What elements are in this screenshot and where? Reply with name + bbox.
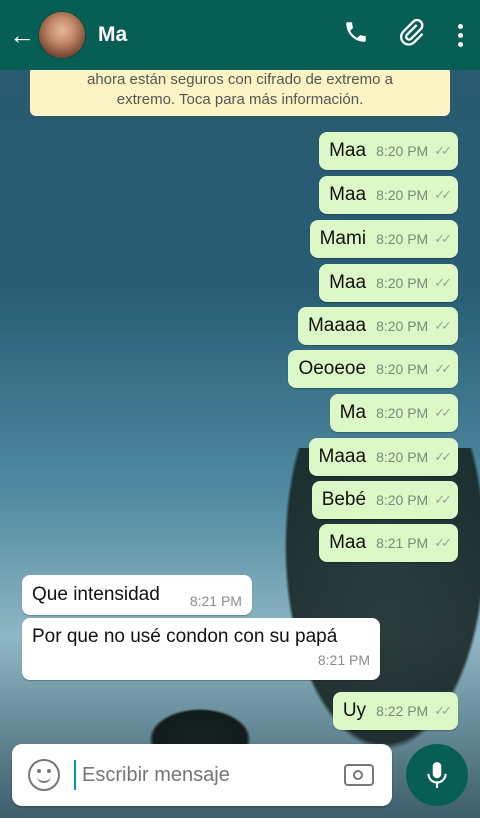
message-outgoing[interactable]: Uy 8:22 PM ✓✓ (332, 692, 458, 730)
double-check-icon: ✓✓ (434, 318, 452, 333)
message-time: 8:21 PM (317, 652, 370, 668)
message-time: 8:20 PM (376, 275, 429, 291)
message-outgoing[interactable]: Maaa 8:20 PM ✓✓ (308, 438, 458, 476)
emoji-icon[interactable] (28, 759, 60, 791)
message-text: Maa (329, 532, 367, 553)
message-text: Ma (339, 402, 367, 423)
message-text: Maaa (318, 446, 367, 467)
message-outgoing[interactable]: Maa 8:20 PM ✓✓ (319, 264, 458, 302)
double-check-icon: ✓✓ (434, 449, 452, 464)
message-time: 8:20 PM (376, 187, 429, 203)
message-time: 8:20 PM (376, 318, 429, 334)
message-time: 8:20 PM (376, 449, 429, 465)
message-time: 8:20 PM (376, 492, 429, 508)
double-check-icon: ✓✓ (434, 275, 452, 290)
arrow-left-icon[interactable]: ← (8, 0, 36, 70)
message-text: Maa (329, 140, 367, 161)
message-time: 8:20 PM (376, 405, 429, 421)
message-text: Oeoeoe (298, 358, 367, 379)
message-time: 8:21 PM (376, 535, 429, 551)
message-outgoing[interactable]: Maa 8:21 PM ✓✓ (319, 524, 458, 562)
message-outgoing[interactable]: Ma 8:20 PM ✓✓ (329, 394, 458, 432)
camera-icon[interactable] (344, 764, 374, 786)
double-check-icon: ✓✓ (434, 361, 452, 376)
message-composer (12, 744, 392, 806)
message-field[interactable] (74, 760, 344, 790)
message-time: 8:21 PM (189, 593, 242, 609)
message-incoming[interactable]: Por que no usé condon con su papá 8:21 P… (22, 618, 380, 680)
more-vert-icon[interactable] (440, 23, 480, 47)
double-check-icon: ✓✓ (434, 492, 452, 507)
message-time: 8:20 PM (376, 231, 429, 247)
message-text: Bebé (321, 489, 367, 510)
message-outgoing[interactable]: Maa 8:20 PM ✓✓ (319, 132, 458, 170)
message-time: 8:20 PM (376, 361, 429, 377)
message-text: Maa (329, 184, 367, 205)
message-outgoing[interactable]: Oeoeoe 8:20 PM ✓✓ (288, 350, 458, 388)
encryption-notice[interactable]: ahora están seguros con cifrado de extre… (30, 66, 450, 116)
notice-line-2: extremo. Toca para más información. (116, 91, 364, 108)
mic-button[interactable] (406, 744, 468, 806)
message-text: Por que no usé condon con su papá (32, 626, 338, 647)
contact-name[interactable]: Ma (98, 23, 328, 47)
chat-header: ← Ma (0, 0, 480, 70)
message-outgoing[interactable]: Bebé 8:20 PM ✓✓ (311, 481, 458, 519)
paperclip-icon[interactable] (384, 18, 440, 53)
notice-line-1: ahora están seguros con cifrado de extre… (86, 71, 393, 88)
double-check-icon: ✓✓ (434, 535, 452, 550)
message-text: Maa (329, 272, 367, 293)
message-incoming[interactable]: Que intensidad 8:21 PM (22, 575, 252, 615)
message-outgoing[interactable]: Maaaa 8:20 PM ✓✓ (297, 307, 458, 345)
message-outgoing[interactable]: Mami 8:20 PM ✓✓ (309, 220, 458, 258)
phone-icon[interactable] (328, 19, 384, 52)
double-check-icon: ✓✓ (434, 143, 452, 158)
double-check-icon: ✓✓ (434, 703, 452, 718)
message-input[interactable] (80, 762, 344, 788)
message-time: 8:22 PM (376, 703, 429, 719)
message-text: Maaaa (307, 315, 367, 336)
message-outgoing[interactable]: Maa 8:20 PM ✓✓ (319, 176, 458, 214)
double-check-icon: ✓✓ (434, 405, 452, 420)
double-check-icon: ✓✓ (434, 231, 452, 246)
message-text: Uy (342, 700, 367, 721)
double-check-icon: ✓✓ (434, 187, 452, 202)
mic-icon (427, 762, 447, 788)
message-text: Que intensidad (32, 584, 160, 605)
message-text: Mami (319, 228, 367, 249)
message-time: 8:20 PM (376, 143, 429, 159)
avatar[interactable] (38, 11, 86, 59)
